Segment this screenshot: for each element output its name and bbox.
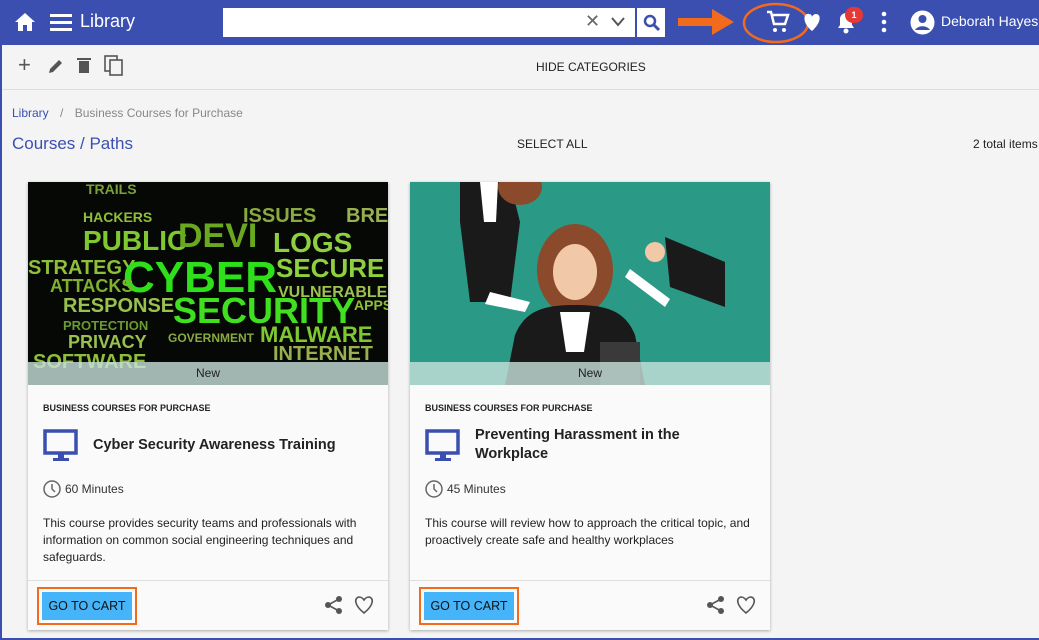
section-title: Courses / Paths: [12, 134, 133, 153]
delete-icon[interactable]: [76, 56, 92, 74]
total-items: 2 total items: [973, 137, 1038, 151]
app-title: Library: [80, 11, 136, 31]
go-to-cart-button[interactable]: GO TO CART: [419, 587, 519, 625]
hide-categories-button[interactable]: HIDE CATEGORIES: [536, 60, 646, 74]
search-input[interactable]: ✕: [223, 8, 635, 37]
monitor-icon: [43, 429, 78, 461]
home-icon[interactable]: [14, 12, 36, 32]
clear-icon[interactable]: ✕: [585, 11, 600, 32]
image-word: ATTACKS: [50, 276, 133, 296]
share-icon[interactable]: [706, 595, 726, 615]
clock-icon: [43, 480, 61, 498]
card-footer: GO TO CART: [410, 580, 770, 630]
image-word: PROTECTION: [63, 318, 148, 333]
course-card[interactable]: TRAILS HACKERS PUBLIC DEVI ISSUES LOGS B…: [28, 182, 388, 630]
share-icon[interactable]: [324, 595, 344, 615]
image-word: APPS: [354, 297, 388, 313]
duration-text: 45 Minutes: [447, 482, 506, 496]
breadcrumb: Library / Business Courses for Purchase: [12, 106, 243, 120]
image-word: PUBLIC: [83, 225, 187, 256]
card-footer: GO TO CART: [28, 580, 388, 630]
course-description: This course provides security teams and …: [43, 516, 357, 564]
notification-badge: 1: [845, 7, 863, 23]
image-word: PRIVACY: [68, 332, 147, 352]
image-word: SECURE: [276, 253, 384, 283]
more-icon[interactable]: [880, 11, 888, 33]
monitor-icon: [425, 429, 460, 461]
harassment-illustration: [460, 182, 725, 385]
course-title[interactable]: Preventing Harassment in the Workplace: [475, 426, 755, 464]
course-category: BUSINESS COURSES FOR PURCHASE: [425, 403, 593, 413]
cyber-security-word-cloud: TRAILS HACKERS PUBLIC DEVI ISSUES LOGS B…: [28, 182, 388, 373]
favorites-icon[interactable]: [802, 11, 822, 33]
course-duration: 45 Minutes: [425, 480, 506, 498]
image-word: ISSUES: [243, 205, 316, 227]
app-header: Library ✕ 1 Deborah Hayes: [2, 0, 1039, 45]
image-word: BREACH: [346, 205, 388, 227]
breadcrumb-separator: /: [60, 106, 64, 120]
favorite-heart-icon[interactable]: [735, 595, 757, 615]
breadcrumb-library[interactable]: Library: [12, 106, 49, 120]
cart-icon[interactable]: [765, 10, 791, 34]
breadcrumb-current: Business Courses for Purchase: [74, 106, 243, 120]
duration-text: 60 Minutes: [65, 482, 124, 496]
image-word: GOVERNMENT: [168, 331, 255, 345]
user-name[interactable]: Deborah Hayes: [941, 13, 1038, 29]
go-to-cart-label: GO TO CART: [42, 592, 132, 620]
course-category: BUSINESS COURSES FOR PURCHASE: [43, 403, 211, 413]
new-badge: New: [410, 362, 770, 385]
menu-icon[interactable]: [50, 13, 72, 31]
add-icon[interactable]: +: [18, 52, 31, 78]
image-word: TRAILS: [86, 182, 137, 197]
new-badge: New: [28, 362, 388, 385]
edit-icon[interactable]: [47, 57, 65, 75]
select-all-button[interactable]: SELECT ALL: [517, 137, 588, 151]
image-word: RESPONSE: [63, 295, 174, 317]
course-image: New: [410, 182, 770, 385]
avatar-icon[interactable]: [910, 10, 935, 35]
favorite-heart-icon[interactable]: [353, 595, 375, 615]
copy-icon[interactable]: [104, 55, 124, 77]
arrow-annotation: [678, 9, 734, 35]
toolbar: + HIDE CATEGORIES: [2, 45, 1039, 90]
course-image: TRAILS HACKERS PUBLIC DEVI ISSUES LOGS B…: [28, 182, 388, 385]
go-to-cart-button[interactable]: GO TO CART: [37, 587, 137, 625]
chevron-down-icon[interactable]: [611, 17, 625, 27]
clock-icon: [425, 480, 443, 498]
course-card[interactable]: New BUSINESS COURSES FOR PURCHASE Preven…: [410, 182, 770, 630]
search-icon[interactable]: [637, 8, 665, 37]
image-word: HACKERS: [83, 209, 152, 225]
go-to-cart-label: GO TO CART: [424, 592, 514, 620]
course-title[interactable]: Cyber Security Awareness Training: [93, 436, 373, 455]
course-description: This course will review how to approach …: [425, 516, 750, 547]
course-duration: 60 Minutes: [43, 480, 124, 498]
